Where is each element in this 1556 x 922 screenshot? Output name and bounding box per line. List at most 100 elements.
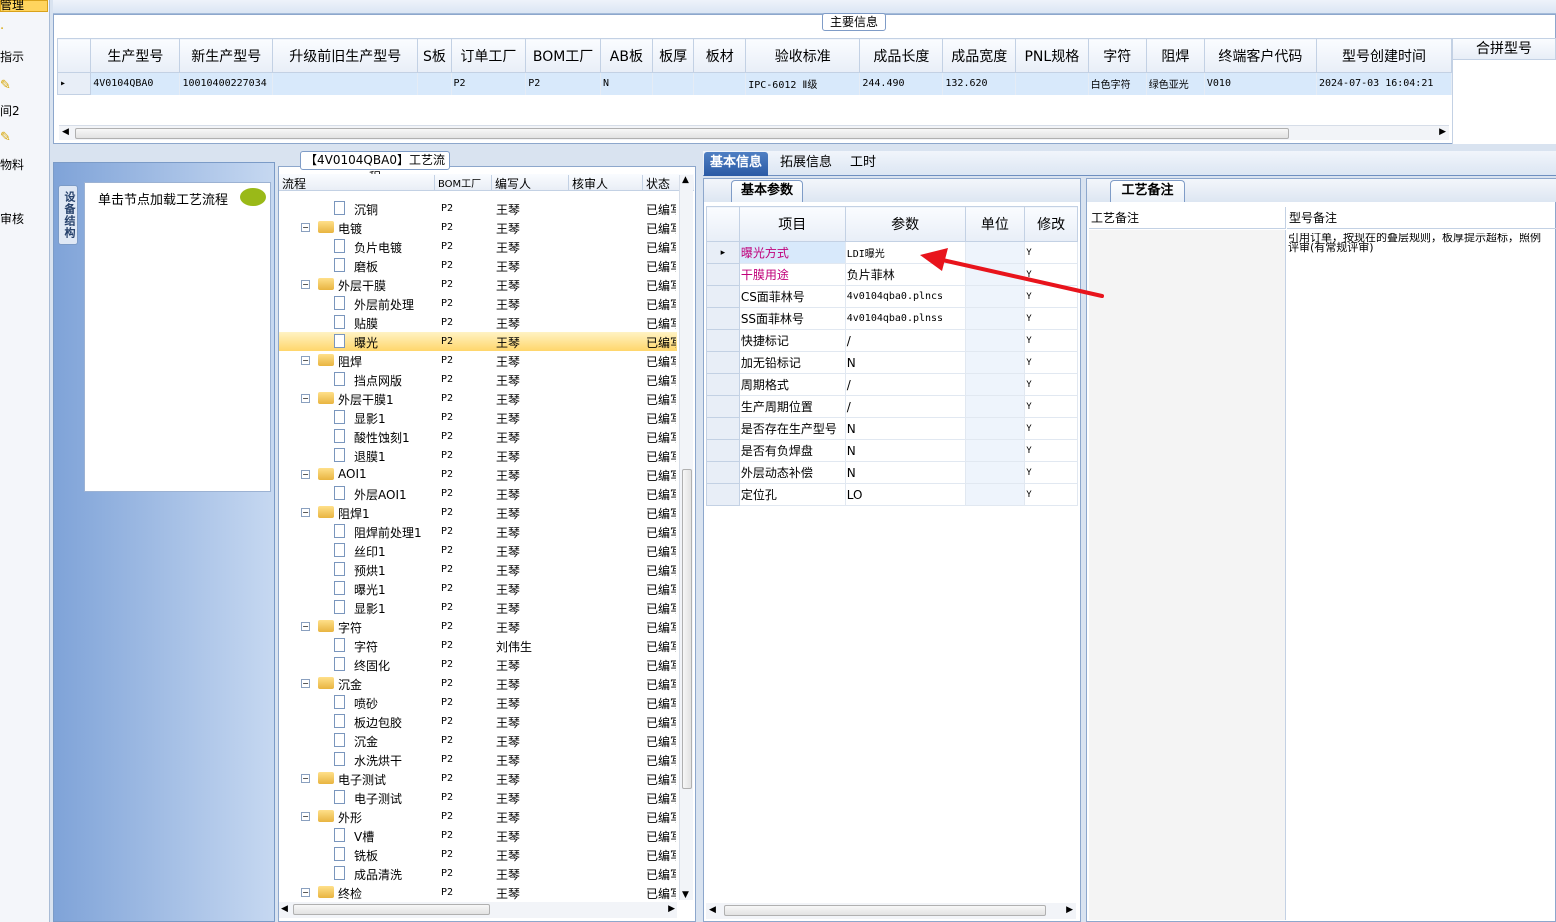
row-indicator[interactable] [706, 417, 740, 440]
param-unit-cell[interactable] [964, 461, 1026, 484]
param-modify-cell[interactable]: Y [1024, 329, 1078, 352]
process-note-field[interactable] [1089, 230, 1286, 920]
flow-tree-row[interactable]: 水洗烘干 P2 王琴 已编写 [279, 750, 677, 769]
row-indicator[interactable] [706, 263, 740, 286]
row-indicator[interactable] [706, 307, 740, 330]
flow-tree-row[interactable]: − AOI1 P2 王琴 已编写 [279, 465, 677, 484]
param-modify-cell[interactable]: Y [1024, 395, 1078, 418]
param-modify-cell[interactable]: Y [1024, 461, 1078, 484]
param-unit-cell[interactable] [964, 329, 1026, 352]
main-cell[interactable] [693, 72, 747, 95]
main-cell[interactable]: P2 [451, 72, 527, 95]
collapse-toggle-icon[interactable]: − [301, 356, 310, 365]
scroll-thumb[interactable] [682, 469, 692, 789]
flow-tree-row[interactable]: − 终检 P2 王琴 已编写 [279, 883, 677, 902]
param-row[interactable]: 生产周期位置 / Y [706, 395, 1078, 418]
row-indicator[interactable]: ▸ [56, 72, 92, 95]
tab-extended-info[interactable]: 拓展信息 [774, 152, 838, 176]
main-cell[interactable]: 4V0104QBA0 [90, 72, 181, 95]
main-cell[interactable] [652, 72, 695, 95]
param-row[interactable]: 加无铅标记 N Y [706, 351, 1078, 374]
col-bom[interactable]: BOM工厂 [434, 175, 481, 191]
main-cell[interactable] [1015, 72, 1089, 95]
flow-tree-row[interactable]: 预烘1 P2 王琴 已编写 [279, 560, 677, 579]
main-cell[interactable]: IPC-6012 Ⅱ级 [745, 72, 861, 95]
param-item-cell[interactable]: 是否有负焊盘 [738, 439, 846, 462]
collapse-toggle-icon[interactable]: − [301, 223, 310, 232]
main-col-header[interactable]: 订单工厂 [450, 38, 527, 73]
flow-tree-row[interactable]: 挡点网版 P2 王琴 已编写 [279, 370, 677, 389]
main-col-header[interactable]: 阻焊 [1145, 38, 1205, 73]
row-indicator[interactable] [706, 439, 740, 462]
param-row[interactable]: 是否有负焊盘 N Y [706, 439, 1078, 462]
flow-tree-row[interactable]: 沉金 P2 王琴 已编写 [279, 731, 677, 750]
flow-tree-row[interactable]: 磨板 P2 王琴 已编写 [279, 256, 677, 275]
main-col-header[interactable]: 板材 [693, 38, 747, 73]
flow-tree-row[interactable]: 终固化 P2 王琴 已编写 [279, 655, 677, 674]
flow-tree-row[interactable]: 曝光 P2 王琴 已编写 [279, 332, 677, 351]
nav-item-manage[interactable]: 管理 [0, 0, 24, 13]
param-unit-cell[interactable] [964, 483, 1026, 506]
param-item-cell[interactable]: 快捷标记 [738, 329, 846, 352]
param-modify-cell[interactable]: Y [1024, 417, 1078, 440]
main-col-header[interactable]: 板厚 [651, 38, 695, 73]
flow-tree-row[interactable]: 丝印1 P2 王琴 已编写 [279, 541, 677, 560]
param-value-cell[interactable]: LO [844, 483, 966, 506]
collapse-toggle-icon[interactable]: − [301, 888, 310, 897]
main-cell[interactable]: 244.490 [859, 72, 944, 95]
scroll-left-icon[interactable]: ◀ [62, 127, 69, 137]
main-col-header[interactable]: 终端客户代码 [1203, 38, 1317, 73]
param-unit-cell[interactable] [964, 395, 1026, 418]
param-modify-cell[interactable]: Y [1024, 373, 1078, 396]
params-hscrollbar[interactable]: ◀ ▶ [706, 903, 1076, 919]
flow-tree-row[interactable]: − 字符 P2 王琴 已编写 [279, 617, 677, 636]
col-writer[interactable]: 编写人 [491, 175, 531, 191]
param-row[interactable]: 外层动态补偿 N Y [706, 461, 1078, 484]
main-col-header[interactable]: 成品宽度 [942, 38, 1017, 73]
flow-tree-row[interactable]: − 阻焊 P2 王琴 已编写 [279, 351, 677, 370]
main-cell[interactable]: V010 [1204, 72, 1317, 95]
scroll-up-icon[interactable]: ▲ [682, 175, 689, 185]
param-row[interactable]: 快捷标记 / Y [706, 329, 1078, 352]
main-cell[interactable]: N [600, 72, 653, 95]
param-row[interactable]: 是否存在生产型号 N Y [706, 417, 1078, 440]
param-unit-cell[interactable] [964, 373, 1026, 396]
main-col-header[interactable]: 新生产型号 [179, 38, 274, 73]
flow-tree-hscrollbar[interactable]: ◀ ▶ [279, 902, 677, 918]
param-item-cell[interactable]: 周期格式 [738, 373, 846, 396]
flow-tree-row[interactable]: − 电子测试 P2 王琴 已编写 [279, 769, 677, 788]
col-unit[interactable]: 单位 [964, 206, 1026, 242]
param-modify-cell[interactable]: Y [1024, 351, 1078, 374]
flow-tree-row[interactable]: 沉铜 P2 王琴 已编写 [279, 199, 677, 218]
row-indicator[interactable]: ▸ [706, 241, 740, 264]
param-value-cell[interactable]: 4v0104qba0.plnss [844, 307, 966, 330]
main-col-header[interactable]: 生产型号 [90, 38, 181, 73]
main-cell[interactable]: 2024-07-03 16:04:21 [1316, 72, 1453, 95]
row-indicator[interactable] [706, 483, 740, 506]
collapse-toggle-icon[interactable]: − [301, 774, 310, 783]
param-item-cell[interactable]: 曝光方式 [738, 241, 846, 264]
param-item-cell[interactable]: 外层动态补偿 [738, 461, 846, 484]
nav-item-guide[interactable]: 指示 [0, 48, 24, 65]
param-value-cell[interactable]: / [844, 395, 966, 418]
flow-tree-row[interactable]: 贴膜 P2 王琴 已编写 [279, 313, 677, 332]
param-value-cell[interactable]: N [844, 461, 966, 484]
nav-item-review[interactable]: 审核 [0, 210, 24, 227]
scroll-right-icon[interactable]: ▶ [1066, 905, 1073, 915]
flow-tree-row[interactable]: 板边包胶 P2 王琴 已编写 [279, 712, 677, 731]
merge-model-header[interactable]: 合拼型号 [1452, 38, 1556, 60]
param-modify-cell[interactable]: Y [1024, 439, 1078, 462]
param-row[interactable]: SS面菲林号 4v0104qba0.plnss Y [706, 307, 1078, 330]
param-row[interactable]: 定位孔 LO Y [706, 483, 1078, 506]
param-unit-cell[interactable] [964, 351, 1026, 374]
flow-tree-row[interactable]: 阻焊前处理1 P2 王琴 已编写 [279, 522, 677, 541]
param-item-cell[interactable]: 定位孔 [738, 483, 846, 506]
param-item-cell[interactable]: CS面菲林号 [738, 285, 846, 308]
model-note-text[interactable]: 引用订单，按现在的叠层规则，板厚提示超标，照例 评审(有常规评审) [1288, 233, 1556, 253]
param-value-cell[interactable]: N [844, 351, 966, 374]
scroll-left-icon[interactable]: ◀ [709, 905, 716, 915]
main-grid-hscrollbar[interactable]: ◀ ▶ [59, 125, 1449, 140]
param-modify-cell[interactable]: Y [1024, 483, 1078, 506]
collapse-toggle-icon[interactable]: − [301, 679, 310, 688]
flow-tree-row[interactable]: 曝光1 P2 王琴 已编写 [279, 579, 677, 598]
